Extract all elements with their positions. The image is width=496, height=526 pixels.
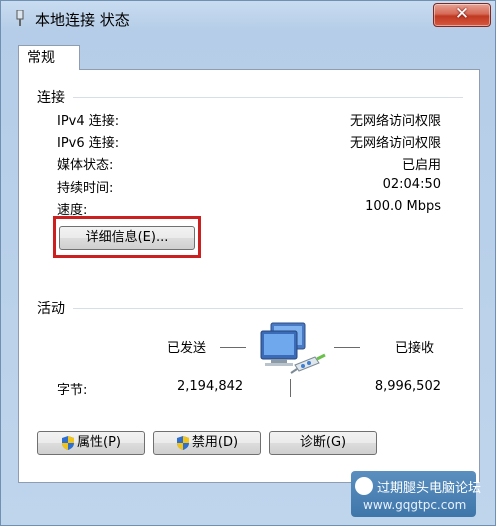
network-connection-icon [16, 10, 24, 26]
site-watermark: 过期腿头电脑论坛 www.gqgtpc.com [351, 471, 481, 517]
close-button[interactable]: ✕ [433, 3, 491, 27]
watermark-logo-icon [355, 477, 373, 495]
uac-shield-icon [176, 435, 189, 450]
ipv6-value: 无网络访问权限 [349, 136, 441, 151]
ipv4-label: IPv4 连接: [57, 114, 120, 129]
bytes-sent-value: 2,194,842 [177, 379, 244, 394]
sent-label: 已发送 [167, 341, 207, 356]
ipv6-label: IPv6 连接: [57, 136, 120, 151]
window-title: 本地连接 状态 [35, 11, 130, 29]
properties-label: 属性(P) [77, 435, 121, 450]
watermark-line1: 过期腿头电脑论坛 [377, 481, 482, 496]
network-activity-icon [260, 322, 326, 374]
status-dialog: 本地连接 状态 ✕ 常规 连接 IPv4 连接: 无网络访问权限 IPv6 连接… [0, 0, 496, 526]
close-icon: ✕ [454, 4, 470, 24]
media-state-value: 已启用 [401, 158, 441, 173]
speed-value: 100.0 Mbps [365, 199, 441, 214]
title-bar[interactable]: 本地连接 状态 ✕ [1, 1, 495, 35]
sent-connector-line [220, 347, 246, 348]
bytes-label: 字节: [57, 383, 88, 398]
disable-label: 禁用(D) [191, 435, 239, 450]
received-label: 已接收 [395, 341, 435, 356]
ipv4-value: 无网络访问权限 [349, 114, 441, 129]
watermark-line2: www.gqgtpc.com [363, 498, 467, 512]
disable-button[interactable]: 禁用(D) [153, 431, 261, 455]
duration-label: 持续时间: [57, 181, 114, 196]
activity-vertical-line [290, 379, 291, 397]
diagnose-button[interactable]: 诊断(G) [269, 431, 377, 455]
properties-button[interactable]: 属性(P) [37, 431, 145, 455]
connection-heading: 连接 [37, 90, 65, 106]
media-state-label: 媒体状态: [57, 158, 114, 173]
duration-value: 02:04:50 [382, 177, 441, 192]
bytes-received-value: 8,996,502 [374, 379, 441, 394]
received-connector-line [334, 347, 360, 348]
details-button[interactable]: 详细信息(E)... [59, 226, 195, 250]
tab-general[interactable]: 常规 [18, 45, 80, 70]
activity-divider [73, 308, 463, 309]
activity-heading: 活动 [37, 301, 65, 317]
uac-shield-icon [62, 435, 74, 450]
connection-divider [73, 97, 463, 98]
